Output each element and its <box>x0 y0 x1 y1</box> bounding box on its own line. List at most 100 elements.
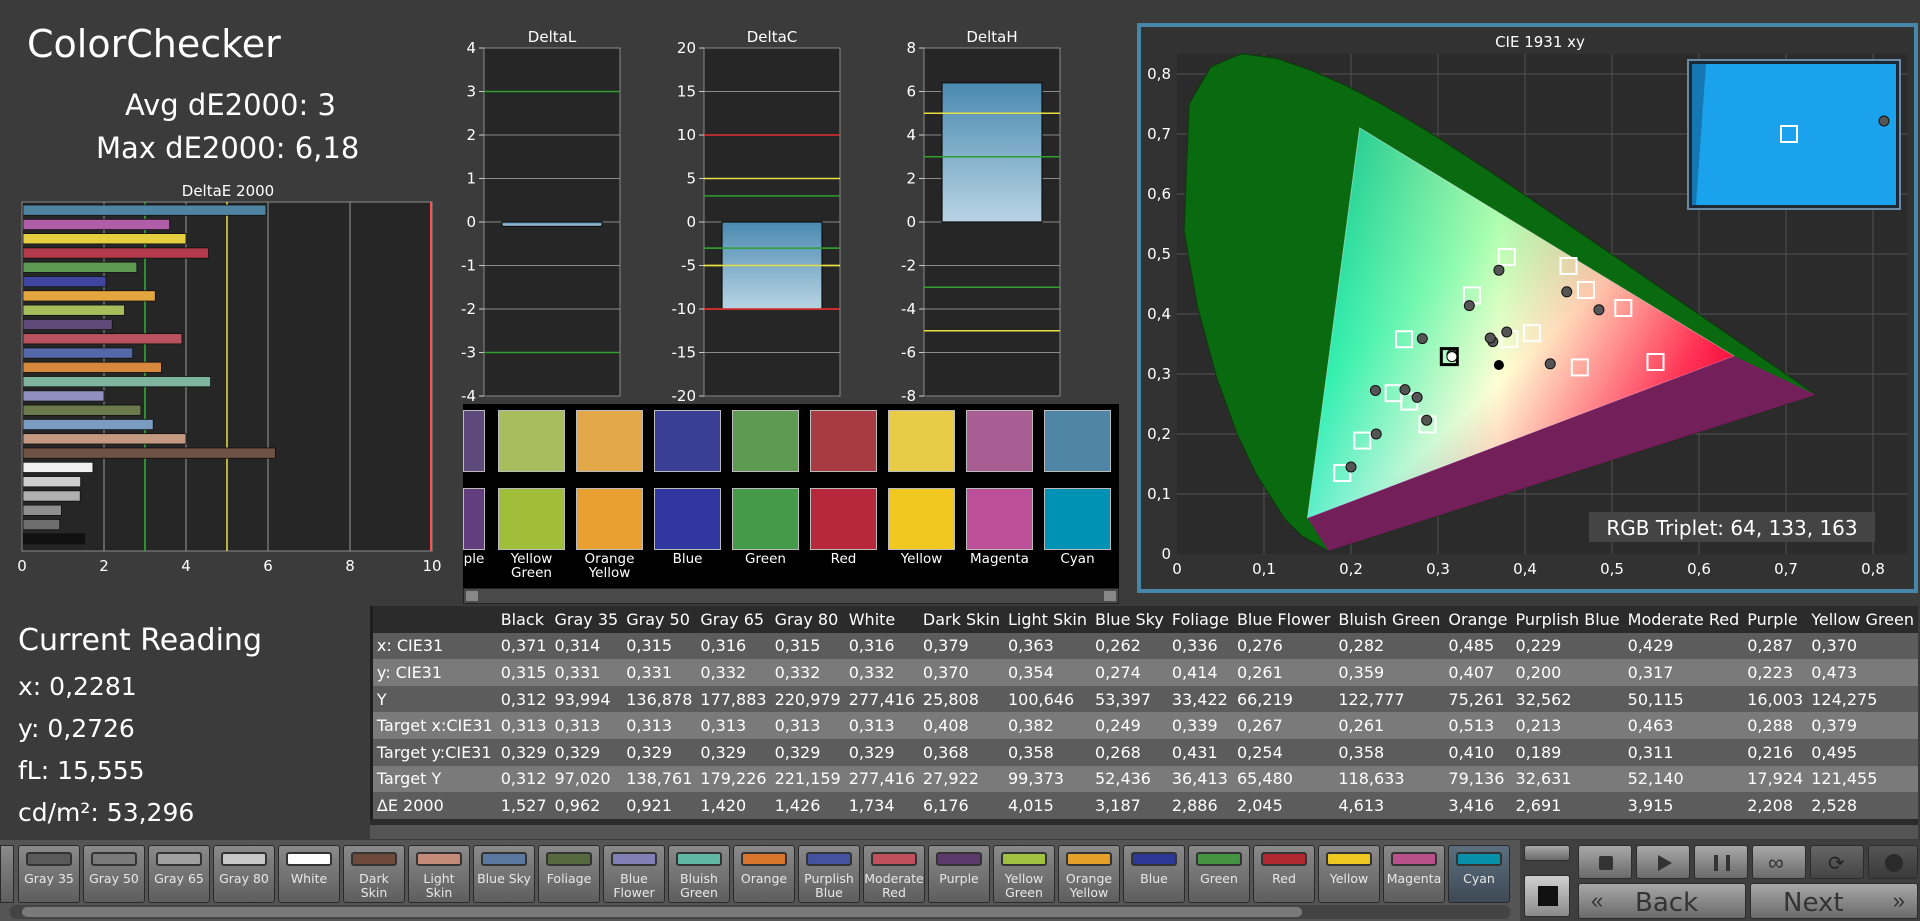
current-cd: cd/m²: 53,296 <box>18 798 195 827</box>
deltae-bar <box>22 404 142 416</box>
swatch-button-blue-flower[interactable]: Blue Flower <box>603 845 665 903</box>
deltae-bar <box>22 504 62 516</box>
swatch-button-light-skin[interactable]: Light Skin <box>408 845 470 903</box>
cie-y-tick-label: 0,4 <box>1147 305 1171 323</box>
table-cell: 27,922 <box>918 765 1004 793</box>
deltal-tick-label: 4 <box>466 39 476 57</box>
swatch-button-bluish-green[interactable]: Bluish Green <box>668 845 730 903</box>
swatch-button-cyan[interactable]: Cyan <box>1448 845 1510 903</box>
scroll-right-arrow-icon[interactable] <box>1104 591 1116 601</box>
record-button[interactable] <box>1868 845 1918 879</box>
swatch-button-foliage[interactable]: Foliage <box>538 845 600 903</box>
swatch-chip <box>416 852 462 866</box>
table-cell: 0,332 <box>696 659 771 686</box>
current-reading-title: Current Reading <box>18 623 262 658</box>
deltae-bar <box>22 461 94 473</box>
actual-patch <box>810 410 877 472</box>
swatch-button-yellow-green[interactable]: Yellow Green <box>993 845 1055 903</box>
actual-patch <box>576 410 643 472</box>
deltac-tick-label: -5 <box>681 257 696 275</box>
deltae-tick-label: 4 <box>181 557 191 575</box>
table-cell: 0,267 <box>1232 712 1335 739</box>
table-cell: 220,979 <box>770 685 845 713</box>
swatch-button-purplish-blue[interactable]: Purplish Blue <box>798 845 860 903</box>
play-button[interactable] <box>1636 845 1690 879</box>
swatch-button-gray-35[interactable]: Gray 35 <box>18 845 80 903</box>
swatch-button-magenta[interactable]: Magenta <box>1383 845 1445 903</box>
table-cell: 50,115 <box>1623 685 1744 713</box>
patch-scrollbar[interactable] <box>463 588 1119 604</box>
row-label: Target y:CIE31 <box>372 738 497 766</box>
swatch-label: Magenta <box>1386 871 1442 886</box>
swatch-button-gray-50[interactable]: Gray 50 <box>83 845 145 903</box>
up-arrow-button[interactable] <box>1524 845 1570 861</box>
infinity-icon: ∞ <box>1768 850 1784 875</box>
table-cell: 0,288 <box>1743 712 1808 739</box>
table-cell: 0,431 <box>1167 738 1233 766</box>
cie-current-marker <box>1446 351 1458 363</box>
cie-measured-marker <box>1421 414 1433 426</box>
table-cell: 52,436 <box>1091 765 1168 793</box>
table-cell: 1,426 <box>770 792 845 819</box>
table-cell: 0,213 <box>1511 712 1624 739</box>
back-button[interactable]: « Back <box>1578 883 1746 919</box>
swatch-chip <box>26 852 72 866</box>
row-label: Target x:CIE31 <box>372 712 497 739</box>
swatch-button-orange-yellow[interactable]: Orange Yellow <box>1058 845 1120 903</box>
table-header: Blue Sky <box>1091 606 1168 633</box>
cie-measured-marker <box>1369 384 1381 396</box>
swatch-button-yellow[interactable]: Yellow <box>1318 845 1380 903</box>
swatch-button-moderate-red[interactable]: Moderate Red <box>863 845 925 903</box>
swatch-button-white[interactable]: White <box>278 845 340 903</box>
deltal-bar <box>501 221 603 227</box>
swatch-button-blue-sky[interactable]: Blue Sky <box>473 845 535 903</box>
swatch-chip <box>741 852 787 866</box>
deltah-tick-label: -4 <box>901 300 916 318</box>
deltae-tick-label: 8 <box>345 557 355 575</box>
refresh-button[interactable]: ⟳ <box>1810 845 1864 879</box>
table-cell: 221,159 <box>770 765 845 793</box>
table-cell: 0,329 <box>770 738 845 766</box>
swatch-button-blue[interactable]: Blue <box>1123 845 1185 903</box>
swatch-button-green[interactable]: Green <box>1188 845 1250 903</box>
swatch-button-gray-65[interactable]: Gray 65 <box>148 845 210 903</box>
table-cell: 124,275 <box>1807 685 1918 713</box>
table-cell: 0,216 <box>1743 738 1808 766</box>
stop-square-button[interactable] <box>1524 875 1570 917</box>
scroll-left-arrow-icon[interactable] <box>466 591 478 601</box>
table-cell: 0,313 <box>696 712 771 739</box>
swatch-chip <box>936 852 982 866</box>
loop-button[interactable]: ∞ <box>1752 845 1806 879</box>
cie-1931-chart: CIE 1931 xy 0 0,1 0,2 0,3 0,4 0,5 0,6 0,7 0,8 0,8… <box>1147 33 1907 578</box>
table-cell: 122,777 <box>1334 685 1445 713</box>
swatch-button-dark-skin[interactable]: Dark Skin <box>343 845 405 903</box>
target-patch <box>463 488 485 550</box>
pause-button[interactable] <box>1694 845 1748 879</box>
table-cell: 0,317 <box>1623 659 1744 686</box>
cie-x-tick-label: 0,3 <box>1426 560 1450 578</box>
page-title: ColorChecker <box>27 22 281 66</box>
table-cell: 2,208 <box>1743 792 1808 819</box>
table-header: Moderate Red <box>1623 606 1744 633</box>
cie-measured-marker <box>1501 326 1513 338</box>
table-header: Gray 35 <box>550 606 623 633</box>
table-scrollbar[interactable] <box>370 825 1918 839</box>
table-cell: 0,313 <box>622 712 697 739</box>
swatch-chip <box>156 852 202 866</box>
table-cell: 0,429 <box>1623 632 1744 660</box>
stop-button[interactable] <box>1578 845 1632 879</box>
table-cell: 66,219 <box>1232 685 1335 713</box>
cie-measured-marker <box>1411 391 1423 403</box>
swatch-button-orange[interactable]: Orange <box>733 845 795 903</box>
cie-y-tick-label: 0,2 <box>1147 425 1171 443</box>
swatch-partial-black[interactable] <box>0 845 14 903</box>
swatch-label: Orange <box>740 871 788 886</box>
swatch-scrollbar[interactable] <box>10 905 1510 919</box>
swatch-label: Blue Sky <box>477 871 531 886</box>
next-button[interactable]: Next » <box>1750 883 1918 919</box>
table-cell: 1,734 <box>844 792 919 819</box>
swatch-button-red[interactable]: Red <box>1253 845 1315 903</box>
swatch-button-purple[interactable]: Purple <box>928 845 990 903</box>
swatch-button-gray-80[interactable]: Gray 80 <box>213 845 275 903</box>
table-cell: 136,878 <box>622 685 697 713</box>
